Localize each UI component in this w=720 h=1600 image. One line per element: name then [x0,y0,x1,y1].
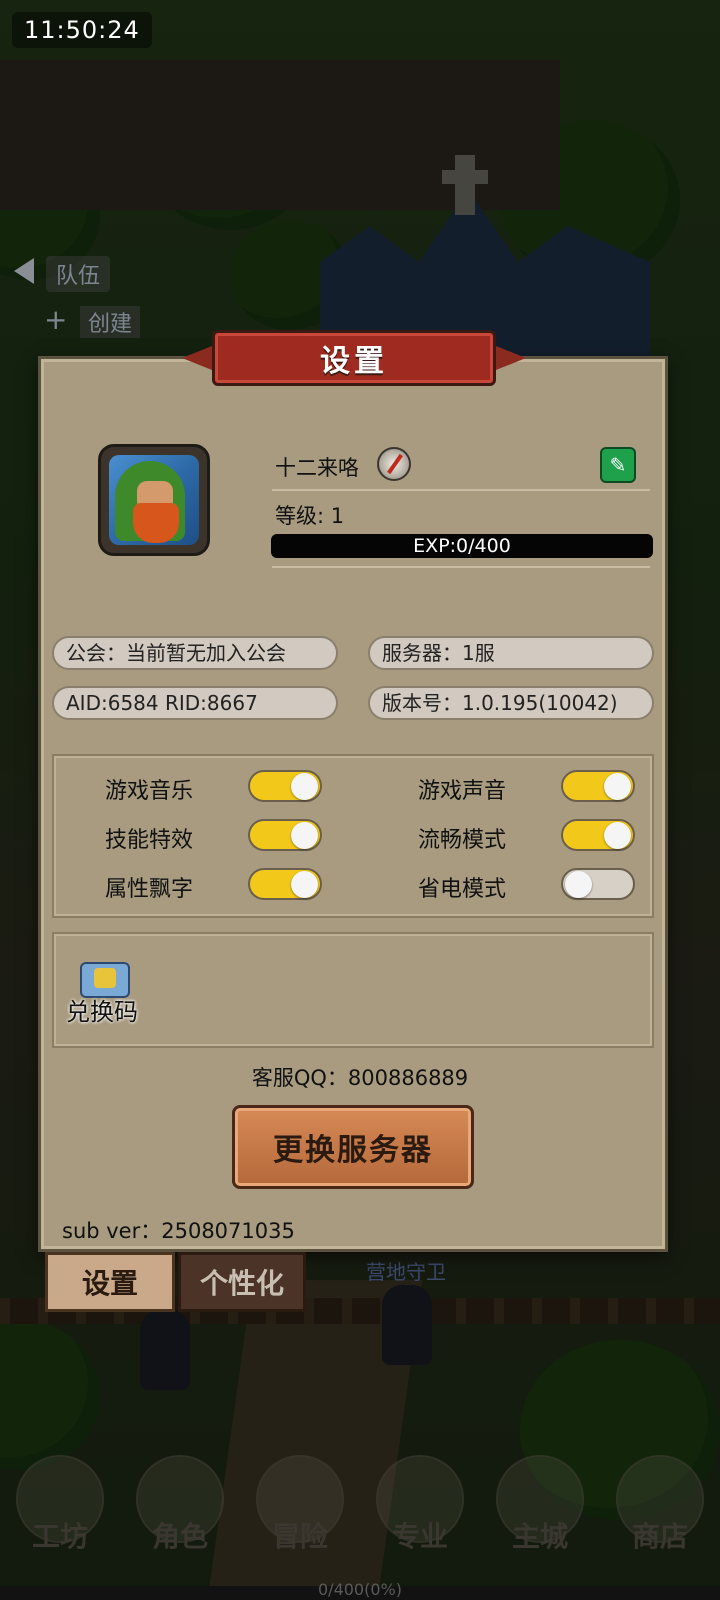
toggle-label-floating-text: 属性飘字 [105,877,194,902]
edit-name-button[interactable]: ✎ [600,447,636,483]
change-server-button[interactable]: 更换服务器 [232,1105,474,1189]
toggle-label-game-sound: 游戏声音 [418,779,507,804]
redeem-code-button[interactable]: 兑换码 [66,992,138,1027]
toggle-knob [604,822,631,849]
account-id-info: AID:6584 RID:8667 [52,686,338,720]
bottom-nav: 工坊 角色 冒险 专业 主城 商店 [0,1455,720,1600]
nav-label: 工坊 [31,1520,88,1553]
player-level: 等级: 1 [275,504,345,528]
tab-settings[interactable]: 设置 [45,1252,175,1312]
support-qq: 客服QQ：800886889 [251,1066,469,1090]
toggle-knob [291,871,318,898]
title-badge-icon[interactable] [377,447,411,481]
version-info: 版本号：1.0.195(10042) [368,686,654,720]
xp-progress-text: 0/400(0%) [318,1580,402,1599]
team-collapse-arrow-icon[interactable] [14,258,34,284]
player-xp-bar: 0/400(0%) [0,1580,720,1600]
toggle-label-game-music: 游戏音乐 [105,779,194,804]
dialog-title: 设置 [320,344,388,379]
dialog-title-banner: 设置 [182,330,526,386]
divider [272,489,650,491]
nav-main-city[interactable]: 主城 [486,1455,594,1555]
smooth-mode-toggle[interactable] [561,819,635,851]
change-server-label: 更换服务器 [273,1133,433,1168]
nav-label: 主城 [511,1520,568,1553]
nav-profession[interactable]: 专业 [366,1455,474,1555]
exp-text: EXP:0/400 [413,535,511,557]
nav-label: 专业 [391,1520,448,1553]
server-info: 服务器：1服 [368,636,654,670]
team-label[interactable]: 队伍 [46,256,111,292]
toggle-label-smooth-mode: 流畅模式 [418,828,507,853]
toggle-knob [604,773,631,800]
nav-shop[interactable]: 商店 [606,1455,714,1555]
player-avatar[interactable] [98,444,210,556]
create-team-button[interactable]: 创建 [80,306,141,338]
skill-effects-toggle[interactable] [248,819,322,851]
plus-icon[interactable]: + [44,306,67,334]
floating-text-toggle[interactable] [248,868,322,900]
exp-bar: EXP:0/400 [271,534,653,558]
pencil-icon: ✎ [609,453,627,477]
power-saving-toggle[interactable] [561,868,635,900]
sub-version: sub ver：2508071035 [62,1219,295,1243]
nav-label: 冒险 [271,1520,328,1553]
toggle-knob [291,822,318,849]
nav-adventure[interactable]: 冒险 [246,1455,354,1555]
nav-workshop[interactable]: 工坊 [6,1455,114,1555]
redeem-section [52,932,654,1048]
divider [272,566,650,568]
camp-guard-label: 营地守卫 [366,1260,446,1284]
player-name: 十二来咯 [275,456,359,480]
nav-label: 角色 [151,1520,208,1553]
guild-info: 公会：当前暂无加入公会 [52,636,338,670]
nav-label: 商店 [631,1520,688,1553]
toggle-knob [291,773,318,800]
toggle-knob [565,871,592,898]
game-music-toggle[interactable] [248,770,322,802]
status-clock: 11:50:24 [12,12,152,48]
toggle-label-skill-effects: 技能特效 [105,828,194,853]
tab-personalization[interactable]: 个性化 [178,1252,306,1312]
nav-character[interactable]: 角色 [126,1455,234,1555]
toggle-label-power-saving: 省电模式 [418,877,507,902]
game-sound-toggle[interactable] [561,770,635,802]
